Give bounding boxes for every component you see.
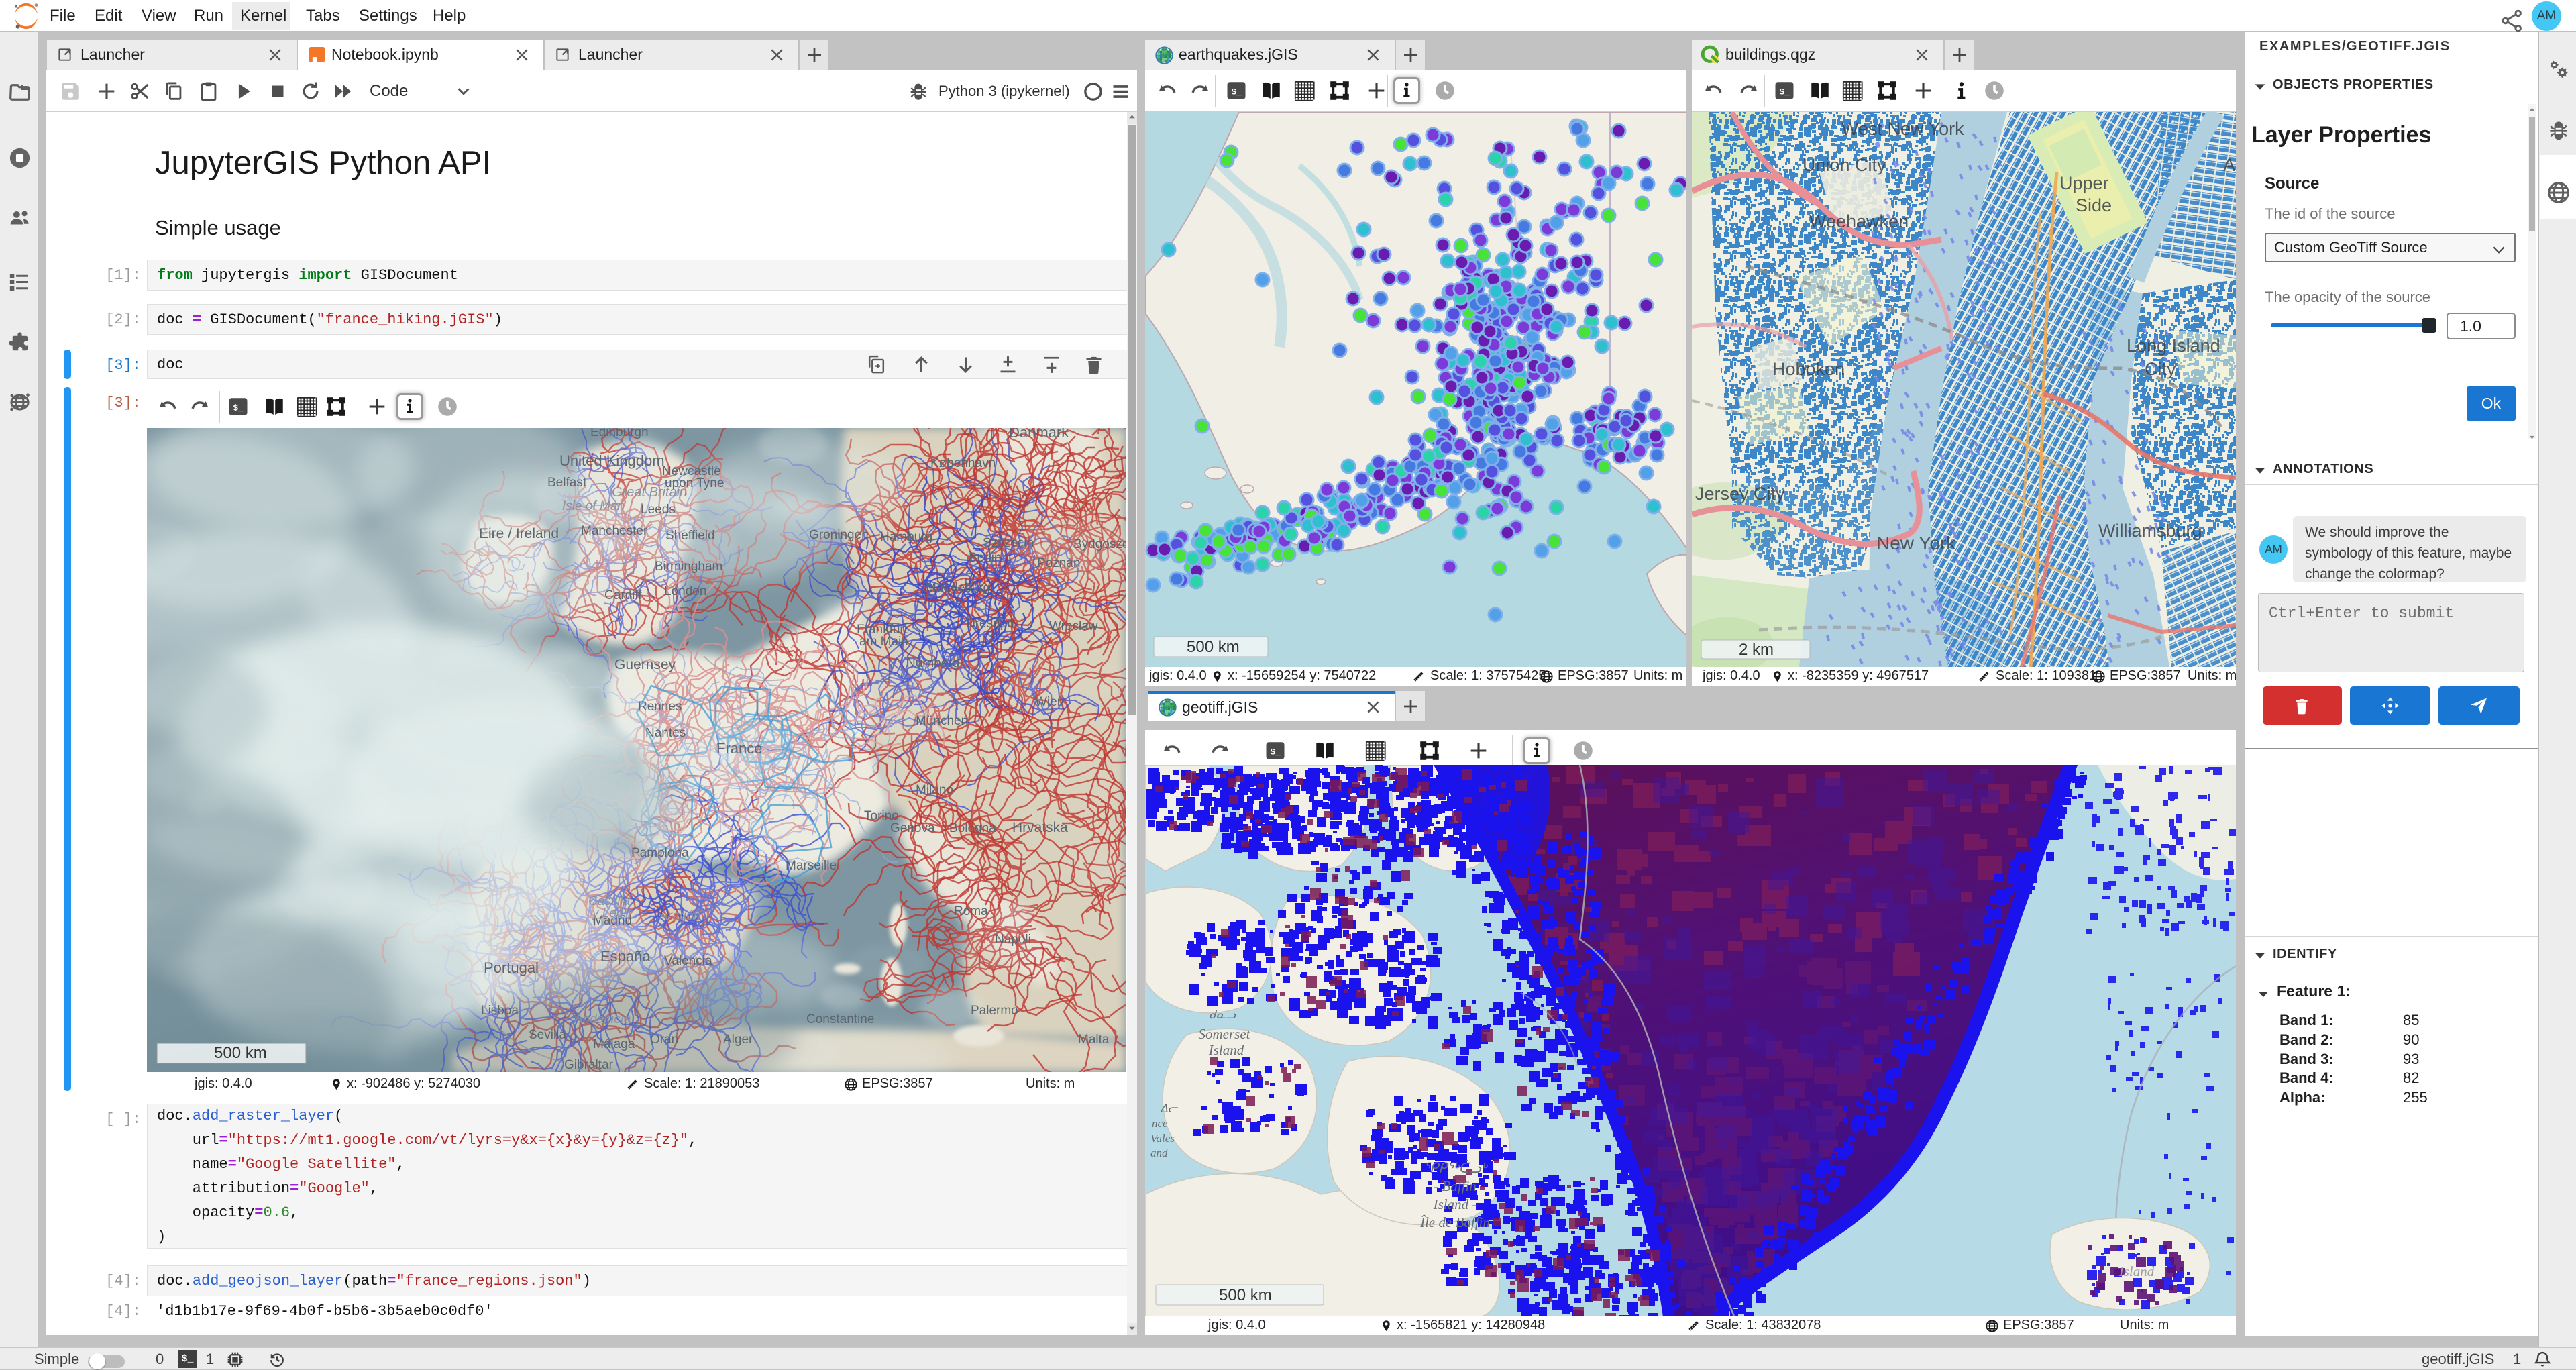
svg-text:Portugal: Portugal xyxy=(484,959,539,976)
svg-text:Somerset: Somerset xyxy=(1199,1026,1251,1042)
svg-text:Marseille: Marseille xyxy=(786,859,837,873)
svg-text:Edinburgh: Edinburgh xyxy=(590,428,649,439)
svg-text:Danmark: Danmark xyxy=(1009,428,1069,441)
svg-text:Hrvatska: Hrvatska xyxy=(1012,820,1068,835)
svg-text:France: France xyxy=(716,740,762,757)
svg-text:Island: Island xyxy=(2118,1263,2155,1279)
svg-text:Jersey City: Jersey City xyxy=(1695,484,1785,504)
svg-text:West New York: West New York xyxy=(1841,119,1964,139)
svg-text:Nürnberg: Nürnberg xyxy=(906,656,959,670)
svg-text:Birmingham: Birmingham xyxy=(655,560,722,574)
svg-text:London: London xyxy=(664,584,706,598)
svg-text:Andalucía: Andalucía xyxy=(574,1012,631,1026)
svg-text:Szczecin: Szczecin xyxy=(983,536,1034,550)
svg-text:Long Island: Long Island xyxy=(2127,335,2220,356)
svg-text:New York: New York xyxy=(1876,533,1956,554)
svg-text:500 km: 500 km xyxy=(1219,1286,1272,1304)
svg-text:$_: $_ xyxy=(1271,747,1281,757)
svg-text:Island -: Island - xyxy=(1433,1196,1477,1212)
svg-text:Lisboa: Lisboa xyxy=(481,1004,519,1018)
svg-text:Nantes: Nantes xyxy=(645,726,686,740)
svg-text:España: España xyxy=(600,948,651,965)
svg-text:Berlin: Berlin xyxy=(969,551,1002,565)
svg-text:ᕿᑭᖅᑖᓗᒃ: ᕿᑭᖅᑖᓗᒃ xyxy=(1424,1159,1489,1176)
svg-text:ᑯᓇᓗ: ᑯᓇᓗ xyxy=(1209,1008,1236,1021)
svg-text:Island: Island xyxy=(1208,1042,1244,1058)
svg-text:500 km: 500 km xyxy=(1187,638,1240,656)
svg-text:Malta: Malta xyxy=(1078,1033,1110,1047)
svg-text:$_: $_ xyxy=(1232,87,1242,97)
svg-text:y León: y León xyxy=(591,906,631,920)
svg-text:Genova: Genova xyxy=(890,821,935,835)
svg-text:City: City xyxy=(2145,359,2176,379)
svg-text:München: München xyxy=(916,714,968,728)
svg-text:Leeds: Leeds xyxy=(641,503,676,517)
svg-text:Pamplona: Pamplona xyxy=(631,846,689,860)
svg-text:Milano: Milano xyxy=(916,783,953,797)
svg-text:Cardiff: Cardiff xyxy=(604,588,642,602)
svg-text:Upper: Upper xyxy=(2059,173,2109,193)
svg-text:Roma: Roma xyxy=(954,904,988,918)
svg-text:Constantine: Constantine xyxy=(806,1012,874,1026)
svg-text:Hamburg: Hamburg xyxy=(880,530,932,544)
svg-text:Rennes: Rennes xyxy=(638,700,682,714)
svg-text:Alger: Alger xyxy=(723,1033,753,1047)
svg-text:Hoboken: Hoboken xyxy=(1772,359,1845,379)
svg-text:Aragón: Aragón xyxy=(659,909,700,923)
svg-text:Dresden: Dresden xyxy=(966,617,1014,631)
svg-text:2 km: 2 km xyxy=(1739,641,1774,659)
svg-text:Wrocław: Wrocław xyxy=(1049,619,1098,633)
svg-text:Valencia: Valencia xyxy=(664,954,712,968)
svg-text:Union City: Union City xyxy=(1803,155,1886,175)
svg-text:Great Britain: Great Britain xyxy=(612,485,687,500)
svg-text:Gibraltar: Gibraltar xyxy=(564,1058,614,1072)
svg-text:and: and xyxy=(1150,1147,1168,1159)
svg-text:Palermo: Palermo xyxy=(971,1004,1018,1018)
svg-text:nce: nce xyxy=(1152,1117,1168,1130)
svg-text:United Kingdom: United Kingdom xyxy=(559,452,665,469)
svg-text:Bologna: Bologna xyxy=(949,821,996,835)
svg-text:As: As xyxy=(2223,155,2236,175)
svg-text:$_: $_ xyxy=(1780,87,1790,97)
svg-text:Weehawken: Weehawken xyxy=(1809,211,1909,231)
svg-text:Napoli: Napoli xyxy=(995,933,1031,947)
svg-text:am Main: am Main xyxy=(859,635,908,649)
svg-text:Bydgoszcz: Bydgoszcz xyxy=(1073,537,1126,551)
svg-text:Side: Side xyxy=(2076,195,2112,215)
svg-text:Isle of Man: Isle of Man xyxy=(562,499,625,513)
svg-text:Poznań: Poznań xyxy=(1037,556,1080,570)
svg-text:Wien: Wien xyxy=(1035,695,1064,709)
svg-text:Manchester: Manchester xyxy=(581,524,648,538)
svg-text:København: København xyxy=(930,456,996,470)
svg-text:Groningen: Groningen xyxy=(809,528,869,542)
svg-text:Málaga: Málaga xyxy=(593,1037,635,1051)
svg-text:- Baffin: - Baffin xyxy=(1434,1178,1477,1194)
svg-text:Sheffield: Sheffield xyxy=(665,529,715,543)
svg-text:Guernsey: Guernsey xyxy=(614,657,676,672)
svg-text:Oran: Oran xyxy=(650,1033,678,1047)
svg-text:$_: $_ xyxy=(233,403,244,413)
svg-text:ᐃᓕ: ᐃᓕ xyxy=(1160,1102,1179,1115)
svg-text:Vales: Vales xyxy=(1150,1132,1175,1145)
svg-text:Magdeburg: Magdeburg xyxy=(926,581,990,595)
svg-text:Belfast: Belfast xyxy=(547,476,587,490)
svg-text:500 km: 500 km xyxy=(214,1044,267,1062)
svg-text:Île de Baffin: Île de Baffin xyxy=(1419,1214,1490,1230)
svg-text:Williamsburg: Williamsburg xyxy=(2098,521,2202,541)
svg-text:Sevilla: Sevilla xyxy=(529,1028,566,1042)
svg-text:Eire / Ireland: Eire / Ireland xyxy=(479,526,559,541)
